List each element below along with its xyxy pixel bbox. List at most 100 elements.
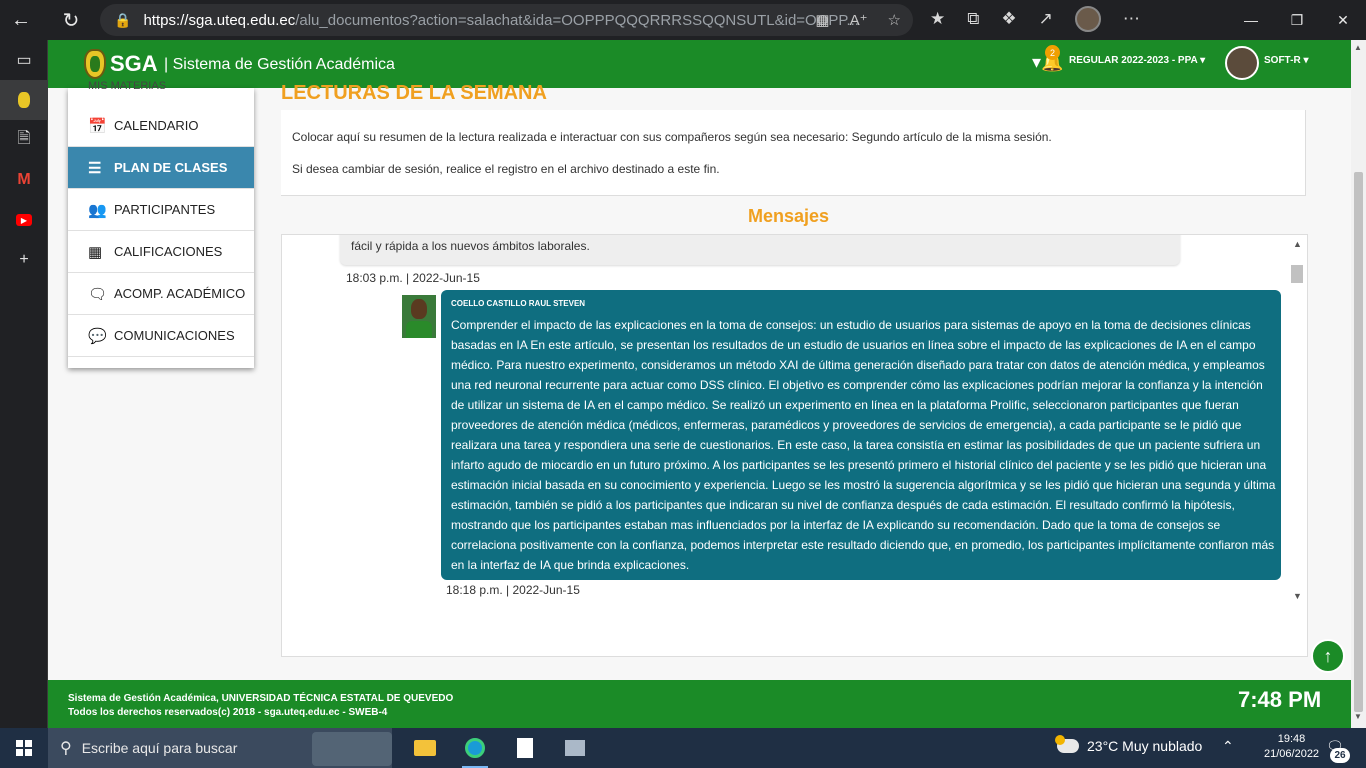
table-icon: ▦ bbox=[88, 243, 103, 261]
extensions-icon[interactable]: ❖ bbox=[1001, 9, 1016, 29]
sender-name: COELLO CASTILLO RAUL STEVEN bbox=[451, 299, 586, 308]
taskbar: ⚲ Escribe aquí para buscar 23°C Muy nubl… bbox=[0, 728, 1366, 768]
menu-item-label: CALENDARIO bbox=[114, 118, 199, 133]
menu-item-calificaciones[interactable]: ▦ CALIFICACIONES bbox=[68, 231, 254, 273]
user-avatar[interactable] bbox=[1225, 46, 1259, 80]
message-bubble: COELLO CASTILLO RAUL STEVEN Comprender e… bbox=[441, 290, 1281, 580]
uteq-logo-icon bbox=[84, 49, 106, 79]
notification-count-badge: 26 bbox=[1330, 748, 1350, 763]
top-navbar: SGA | Sistema de Gestión Académica ▾🔔 2 … bbox=[48, 40, 1351, 88]
tabs-icon[interactable]: ▭ bbox=[0, 40, 48, 80]
scroll-up-icon[interactable]: ▲ bbox=[1354, 43, 1362, 52]
menu-item-calendario[interactable]: 📅 CALENDARIO bbox=[68, 105, 254, 147]
scroll-down-icon[interactable]: ▼ bbox=[1354, 712, 1362, 721]
menu-item-participantes[interactable]: 👥 PARTICIPANTES bbox=[68, 189, 254, 231]
comment-icon: 💬 bbox=[88, 327, 107, 345]
chat-scrollbar[interactable]: ▲ ▼ bbox=[1289, 235, 1307, 605]
collections-icon[interactable]: ⧉ bbox=[967, 9, 979, 29]
section-title: LECTURAS DE LA SEMANA bbox=[281, 82, 547, 104]
lock-icon: 🔒 bbox=[114, 11, 132, 28]
scroll-thumb[interactable] bbox=[1354, 172, 1363, 712]
read-aloud-icon[interactable]: A⁺ bbox=[850, 11, 868, 29]
favorite-add-icon[interactable]: ☆ bbox=[888, 11, 901, 29]
scroll-down-icon[interactable]: ▼ bbox=[1293, 591, 1302, 601]
menu-item-cut[interactable]: MIS MATERIAS bbox=[88, 80, 166, 92]
course-menu: MIS MATERIAS 📅 CALENDARIO ☰ PLAN DE CLAS… bbox=[68, 80, 254, 368]
scroll-to-top-button[interactable]: ↑ bbox=[1311, 639, 1345, 673]
youtube-icon[interactable]: ▶ bbox=[0, 200, 48, 240]
search-icon: ⚲ bbox=[60, 740, 72, 757]
file-explorer-icon[interactable] bbox=[400, 728, 450, 768]
restore-icon[interactable]: ❐ bbox=[1274, 0, 1320, 40]
weather-widget[interactable]: 23°C Muy nublado bbox=[1055, 735, 1203, 754]
search-placeholder: Escribe aquí para buscar bbox=[81, 740, 238, 756]
browser-toolbar: ← ↻ 🔒 https://sga.uteq.edu.ec /alu_docum… bbox=[0, 0, 1366, 40]
profile-avatar[interactable] bbox=[1074, 6, 1101, 32]
messages-title: Mensajes bbox=[748, 206, 830, 226]
chevron-down-icon: ▾ bbox=[1303, 55, 1309, 66]
close-icon[interactable]: ✕ bbox=[1320, 0, 1366, 40]
message-text: Comprender el impacto de las explicacion… bbox=[451, 318, 1276, 572]
share-icon[interactable]: ↗ bbox=[1039, 9, 1053, 29]
add-icon[interactable]: + bbox=[0, 240, 48, 280]
more-icon[interactable]: ⋯ bbox=[1123, 9, 1140, 29]
app-available-icon[interactable]: ▦ bbox=[815, 11, 829, 29]
chat-panel: fácil y rápida a los nuevos ámbitos labo… bbox=[281, 234, 1308, 657]
refresh-icon[interactable]: ↻ bbox=[56, 5, 86, 35]
url-path: /alu_documentos?action=salachat&ida=OOPP… bbox=[295, 11, 859, 29]
scroll-up-icon[interactable]: ▲ bbox=[1293, 239, 1302, 249]
clock-date: 21/06/2022 bbox=[1264, 748, 1320, 760]
scroll-thumb[interactable] bbox=[1291, 265, 1303, 283]
windows-start-icon[interactable] bbox=[16, 740, 32, 756]
minimize-icon[interactable]: — bbox=[1228, 0, 1274, 40]
period-selector[interactable]: REGULAR 2022-2023 - PPA ▾ bbox=[1069, 55, 1205, 66]
menu-item-plan-de-clases[interactable]: ☰ PLAN DE CLASES bbox=[68, 147, 254, 189]
clock-time: 19:48 bbox=[1277, 733, 1306, 745]
page-scrollbar[interactable]: ▲ ▼ bbox=[1351, 40, 1366, 728]
sender-avatar bbox=[402, 295, 436, 338]
menu-item-label: CALIFICACIONES bbox=[114, 244, 223, 259]
weather-text: 23°C Muy nublado bbox=[1087, 738, 1203, 754]
search-highlight-image[interactable] bbox=[312, 732, 392, 766]
url-host: https://sga.uteq.edu.ec bbox=[143, 11, 296, 29]
message-text: fácil y rápida a los nuevos ámbitos labo… bbox=[351, 239, 590, 253]
info-box: Colocar aquí su resumen de la lectura re… bbox=[281, 110, 1306, 196]
chevron-up-icon[interactable]: ⌃ bbox=[1222, 738, 1234, 755]
back-icon[interactable]: ← bbox=[6, 5, 36, 35]
edge-browser-icon[interactable] bbox=[450, 728, 500, 768]
menu-item-acomp-academico[interactable]: 🗨 ACOMP. ACADÉMICO bbox=[68, 273, 254, 315]
snipping-tool-icon[interactable] bbox=[550, 728, 600, 768]
chevron-down-icon: ▾ bbox=[1200, 55, 1206, 66]
address-bar[interactable]: 🔒 https://sga.uteq.edu.ec /alu_documento… bbox=[100, 4, 913, 36]
cloud-icon bbox=[1055, 735, 1079, 753]
period-label: REGULAR 2022-2023 - PPA bbox=[1069, 55, 1198, 66]
menu-item-label: PARTICIPANTES bbox=[114, 202, 216, 217]
user-name-label: SOFT-R bbox=[1264, 55, 1301, 66]
notepad-icon[interactable] bbox=[500, 728, 550, 768]
footer-clock: 7:48 PM bbox=[1238, 687, 1322, 712]
document-icon[interactable]: 🗎 bbox=[0, 120, 48, 160]
message-bubble-previous: fácil y rápida a los nuevos ámbitos labo… bbox=[340, 235, 1180, 265]
message-timestamp: 18:18 p.m. | 2022-Jun-15 bbox=[446, 583, 580, 597]
footer-line-2: Todos los derechos reservados(c) 2018 - … bbox=[68, 707, 388, 718]
menu-item-label: PLAN DE CLASES bbox=[114, 160, 228, 175]
edge-sidebar: ▭ 🗎 M ▶ + bbox=[0, 40, 48, 728]
system-clock[interactable]: 19:48 21/06/2022 bbox=[1264, 732, 1319, 762]
list-icon: ☰ bbox=[88, 159, 102, 177]
menu-item-label: ACOMP. ACADÉMICO bbox=[114, 286, 246, 301]
chat-scroll-area[interactable]: fácil y rápida a los nuevos ámbitos labo… bbox=[282, 235, 1289, 605]
users-icon: 👥 bbox=[88, 201, 107, 219]
info-text-1: Colocar aquí su resumen de la lectura re… bbox=[292, 130, 1052, 144]
footer-line-1: Sistema de Gestión Académica, UNIVERSIDA… bbox=[68, 693, 454, 704]
favorites-icon[interactable]: ★ bbox=[930, 9, 945, 29]
calendar-icon: 📅 bbox=[88, 117, 107, 135]
notification-badge: 2 bbox=[1045, 45, 1060, 60]
info-text-2: Si desea cambiar de sesión, realice el r… bbox=[292, 162, 720, 176]
brand-name[interactable]: SGA bbox=[110, 51, 158, 77]
sga-tab-icon[interactable] bbox=[0, 80, 48, 120]
user-menu[interactable]: SOFT-R ▾ bbox=[1264, 55, 1308, 66]
gmail-icon[interactable]: M bbox=[0, 160, 48, 200]
menu-item-comunicaciones[interactable]: 💬 COMUNICACIONES bbox=[68, 315, 254, 357]
menu-item-label: COMUNICACIONES bbox=[114, 328, 235, 343]
chat-icon: 🗨 bbox=[88, 285, 108, 303]
